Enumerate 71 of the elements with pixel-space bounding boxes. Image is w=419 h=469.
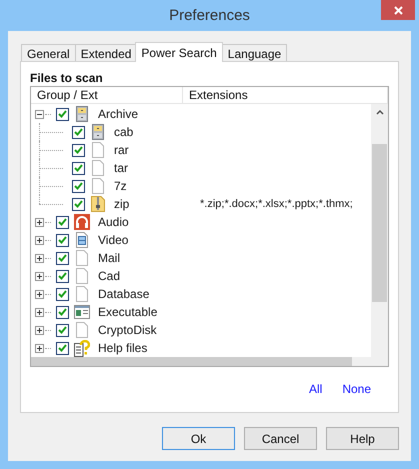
dialog-button[interactable]: Ok [162,427,235,450]
extensions-text: *.zip;*.docx;*.xlsx;*.pptx;*.thmx; [200,196,353,212]
file-icon [76,286,88,302]
expand-icon[interactable] [35,218,44,226]
close-button[interactable] [381,0,415,20]
item-name: Help files [98,340,148,357]
cabinet-icon [92,124,104,140]
file-icon [76,322,88,338]
program-window-icon [74,305,90,319]
file-icon [76,268,88,284]
film-icon [76,232,88,248]
dialog-button[interactable]: Help [326,427,399,450]
headphones-icon [74,214,90,230]
item-name: Executable [98,304,158,321]
help-file-icon [74,340,90,356]
expand-icon[interactable] [35,254,44,262]
window-title: Preferences [169,6,250,26]
item-name: cab [114,124,134,141]
checkbox[interactable] [56,108,69,120]
checkbox[interactable] [56,270,69,282]
section-title: Files to scan [30,71,104,85]
tab[interactable]: General [21,44,76,61]
item-name: CryptoDisk [98,322,158,339]
file-icon [92,178,104,194]
checkbox[interactable] [72,180,85,192]
scroll-up-icon[interactable] [376,110,384,115]
file-icon [76,250,88,266]
item-name: tar [114,160,130,177]
item-name: Video [98,232,130,249]
file-icon [92,160,104,176]
checkbox[interactable] [72,126,85,138]
checkbox[interactable] [56,324,69,336]
expand-icon[interactable] [35,236,44,244]
cabinet-icon [76,106,88,122]
expand-icon[interactable] [35,272,44,280]
checkbox[interactable] [72,162,85,174]
vertical-scrollbar[interactable] [371,104,388,357]
item-name: Mail [98,250,122,267]
checkbox[interactable] [56,306,69,318]
item-name: zip [114,196,130,213]
horizontal-scrollbar[interactable] [31,357,388,366]
item-name: rar [114,142,130,159]
expand-icon[interactable] [35,308,44,316]
file-icon [92,142,104,158]
column-header[interactable]: Group / Ext [31,87,183,103]
checkbox[interactable] [72,198,85,210]
expand-icon[interactable] [35,326,44,334]
item-name: Audio [98,214,130,231]
checkbox[interactable] [56,288,69,300]
item-name: 7z [114,178,128,195]
select-link[interactable]: All [308,380,322,398]
item-name: Database [98,286,150,303]
close-icon [394,6,402,14]
tab[interactable]: Language [222,44,288,61]
checkbox[interactable] [56,252,69,264]
tab[interactable]: Extended [74,44,138,61]
zipped-folder-icon [91,196,105,212]
select-link[interactable]: None [342,380,371,398]
tab[interactable]: Power Search [135,42,223,62]
column-header[interactable]: Extensions [183,87,388,103]
checkbox[interactable] [56,342,69,354]
scroll-thumb[interactable] [372,144,387,302]
checkbox[interactable] [56,234,69,246]
collapse-icon[interactable] [35,110,44,118]
checkbox[interactable] [72,144,85,156]
expand-icon[interactable] [35,290,44,298]
checkbox[interactable] [56,216,69,228]
item-name: Cad [98,268,122,285]
expand-icon[interactable] [35,344,44,352]
dialog-button[interactable]: Cancel [244,427,317,450]
item-name: Archive [98,106,140,123]
